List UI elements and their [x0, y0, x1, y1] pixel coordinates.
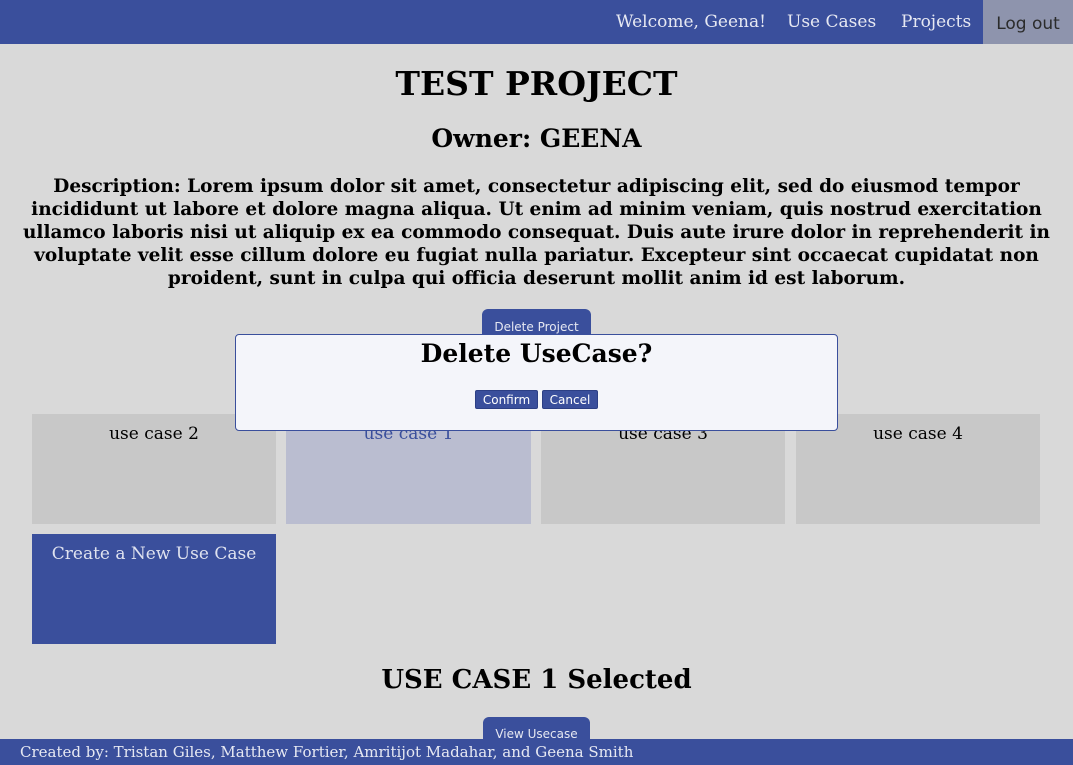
project-title: TEST PROJECT — [395, 64, 678, 103]
project-owner: Owner: GEENA — [431, 124, 642, 153]
nav-link-use-cases[interactable]: Use Cases — [787, 12, 876, 32]
confirm-button[interactable]: Confirm — [475, 390, 538, 409]
logout-button[interactable]: Log out — [983, 0, 1073, 44]
selected-use-case-heading: USE CASE 1 Selected — [381, 665, 692, 695]
cancel-button[interactable]: Cancel — [542, 390, 598, 409]
project-description: Description: Lorem ipsum dolor sit amet,… — [22, 176, 1051, 289]
footer-credits: Created by: Tristan Giles, Matthew Forti… — [0, 739, 1073, 765]
nav-link-projects[interactable]: Projects — [901, 12, 971, 32]
view-usecase-button[interactable]: View Usecase — [483, 717, 590, 741]
delete-usecase-dialog: Delete UseCase? Confirm Cancel — [235, 334, 838, 431]
dialog-title: Delete UseCase? — [420, 339, 653, 368]
top-navbar: Welcome, Geena! Use Cases Projects Log o… — [0, 0, 1073, 44]
welcome-text: Welcome, Geena! — [616, 12, 766, 32]
create-use-case-button[interactable]: Create a New Use Case — [32, 534, 276, 644]
